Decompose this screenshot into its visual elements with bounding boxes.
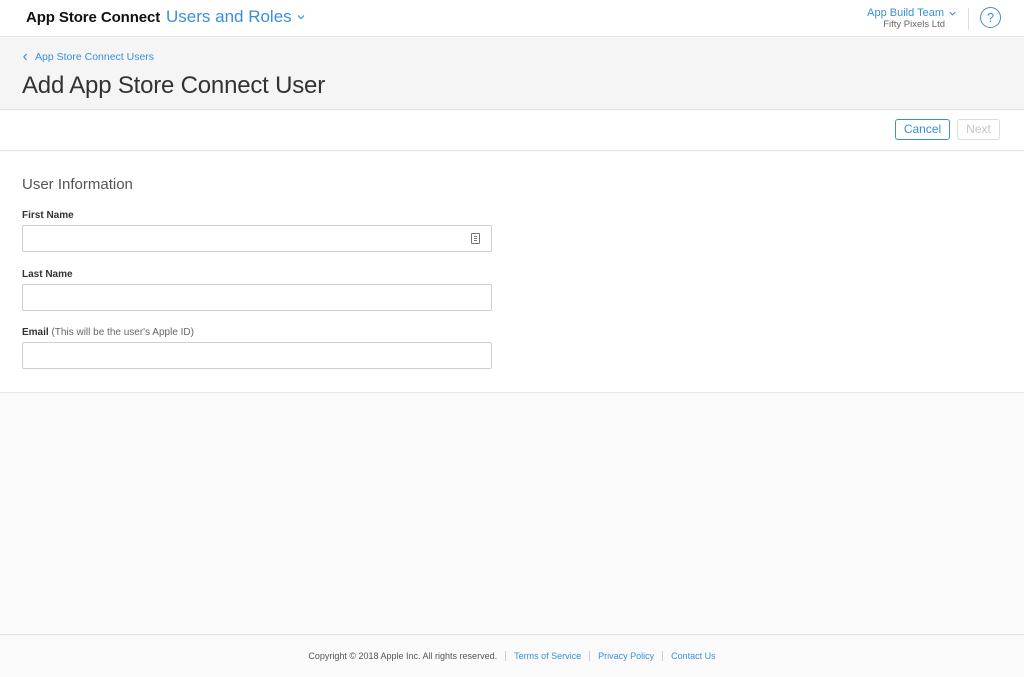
header-divider [968, 8, 969, 30]
chevron-down-icon [949, 11, 956, 16]
cancel-button[interactable]: Cancel [895, 119, 950, 140]
breadcrumb[interactable]: App Store Connect Users [22, 51, 154, 63]
top-bar: App Store Connect Users and Roles App Bu… [0, 0, 1024, 37]
email-field[interactable] [22, 342, 492, 369]
action-bar: Cancel Next [0, 111, 1024, 151]
contact-us-link[interactable]: Contact Us [671, 651, 716, 661]
first-name-field[interactable] [22, 225, 492, 252]
email-label-group: Email (This will be the user's Apple ID) [22, 327, 194, 338]
last-name-field[interactable] [22, 284, 492, 311]
breadcrumb-label: App Store Connect Users [35, 51, 155, 63]
copyright-text: Copyright © 2018 Apple Inc. All rights r… [308, 651, 498, 661]
last-name-label: Last Name [22, 269, 73, 280]
team-name: App Build Team [867, 7, 944, 19]
page-title: Add App Store Connect User [22, 72, 325, 99]
section-title: User Information [22, 176, 133, 193]
privacy-policy-link[interactable]: Privacy Policy [598, 651, 654, 661]
app-title: App Store Connect [26, 9, 161, 26]
help-icon[interactable]: ? [980, 7, 1001, 28]
first-name-label: First Name [22, 210, 74, 221]
footer-divider [589, 651, 591, 661]
page-header: App Store Connect Users Add App Store Co… [0, 38, 1024, 110]
section-menu-label: Users and Roles [166, 7, 292, 26]
section-menu[interactable]: Users and Roles [166, 7, 306, 27]
footer-divider [505, 651, 507, 661]
next-button[interactable]: Next [957, 119, 1000, 140]
terms-of-service-link[interactable]: Terms of Service [514, 651, 581, 661]
user-information-form: User Information First Name Last Name Em… [0, 152, 1024, 393]
chevron-left-icon [23, 53, 27, 61]
contact-card-icon[interactable] [471, 233, 480, 244]
email-label: Email [22, 327, 49, 338]
team-organization: Fifty Pixels Ltd [883, 19, 945, 30]
team-switcher[interactable]: App Build Team Fifty Pixels Ltd [867, 7, 957, 30]
footer: Copyright © 2018 Apple Inc. All rights r… [0, 634, 1024, 677]
footer-divider [662, 651, 664, 661]
chevron-down-icon [297, 15, 305, 20]
email-hint: (This will be the user's Apple ID) [51, 327, 194, 338]
